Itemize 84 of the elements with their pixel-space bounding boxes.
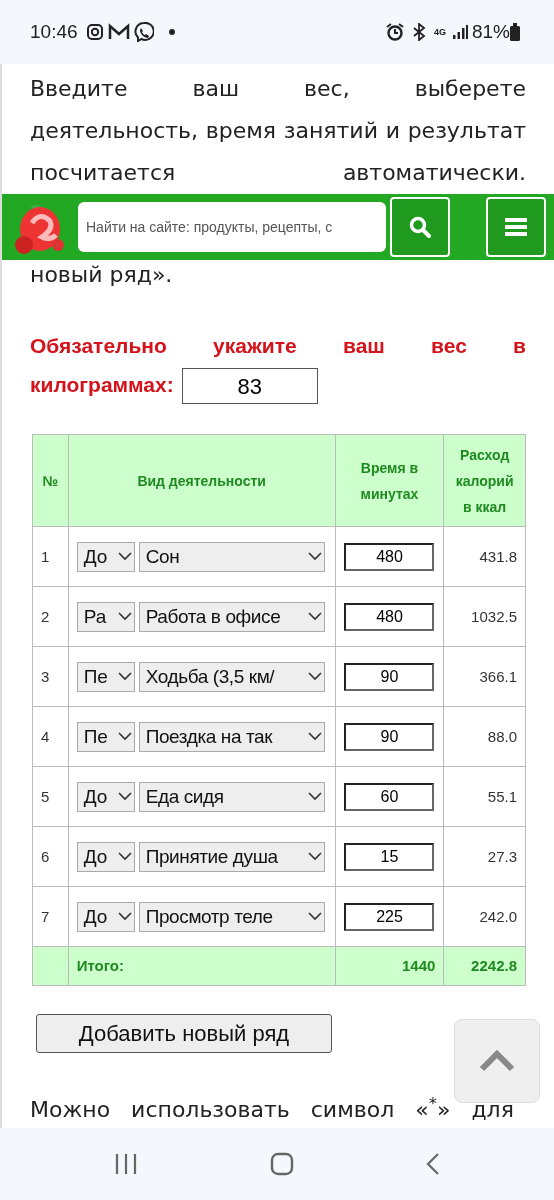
chevron-up-icon <box>479 1050 515 1072</box>
weight-label: Обязательно укажите ваш вес в <box>30 333 526 359</box>
clock-time: 10:46 <box>30 19 78 44</box>
minutes-field[interactable]: 90 <box>344 722 435 751</box>
activity-dropdown[interactable]: Сон <box>138 541 325 572</box>
minutes-field[interactable]: 90 <box>344 662 435 691</box>
category-dropdown[interactable]: До <box>76 541 135 572</box>
category-dropdown[interactable]: До <box>76 841 135 872</box>
chevron-down-icon <box>307 672 322 682</box>
chevron-down-icon <box>117 552 132 562</box>
row-number: 7 <box>41 907 50 925</box>
chevron-down-icon <box>117 672 132 682</box>
scroll-top-button[interactable] <box>454 1019 540 1103</box>
category-dropdown[interactable]: До <box>76 901 135 932</box>
total-minutes: 1440 <box>401 957 436 975</box>
minutes-field[interactable]: 60 <box>344 782 435 811</box>
activity-dropdown[interactable]: Ходьба (3,5 км/ <box>138 661 325 692</box>
chevron-down-icon <box>117 732 132 742</box>
chevron-down-icon <box>117 612 132 622</box>
weight-field[interactable]: 83 <box>181 368 318 405</box>
back-icon[interactable] <box>426 1152 440 1176</box>
category-dropdown[interactable]: Пе <box>76 721 135 752</box>
column-header: Расход калорий в ккал <box>454 445 515 517</box>
minutes-field[interactable]: 480 <box>344 542 435 571</box>
calories-value: 1032.5 <box>471 607 517 625</box>
calories-value: 242.0 <box>479 907 517 925</box>
add-row-button[interactable]: Добавить новый ряд <box>36 1014 332 1054</box>
notification-dot-icon <box>167 28 176 36</box>
column-header: Время в минутах <box>359 458 420 504</box>
category-dropdown[interactable]: Ра <box>76 601 135 632</box>
minutes-field[interactable]: 480 <box>344 602 435 631</box>
row-number: 1 <box>41 547 50 565</box>
home-icon[interactable] <box>270 1152 294 1176</box>
menu-icon <box>505 217 527 237</box>
search-button[interactable] <box>390 197 450 257</box>
camera-icon <box>85 23 104 41</box>
chevron-down-icon <box>307 912 322 922</box>
calories-value: 55.1 <box>487 787 517 805</box>
calories-value: 27.3 <box>487 847 517 865</box>
activity-dropdown[interactable]: Работа в офисе <box>138 601 325 632</box>
menu-button[interactable] <box>486 197 546 257</box>
category-dropdown[interactable]: До <box>76 781 135 812</box>
mail-icon <box>107 23 130 41</box>
battery-percent: 81% <box>471 19 510 44</box>
row-number: 6 <box>41 847 50 865</box>
recent-apps-icon[interactable] <box>114 1153 138 1175</box>
column-header: Вид деятельности <box>137 471 266 491</box>
chevron-down-icon <box>117 852 132 862</box>
minutes-field[interactable]: 225 <box>344 902 435 931</box>
category-dropdown[interactable]: Пе <box>76 661 135 692</box>
activity-dropdown[interactable]: Просмотр теле <box>138 901 325 932</box>
row-number: 4 <box>41 727 50 745</box>
network-type: 4G <box>433 27 446 37</box>
row-number: 5 <box>41 787 50 805</box>
row-number: 2 <box>41 607 50 625</box>
chevron-down-icon <box>117 912 132 922</box>
note-paragraph: Можно использовать символ «$^{*}$» для <box>30 1093 515 1125</box>
weight-label: килограммах: <box>30 373 174 396</box>
alarm-icon <box>385 23 404 41</box>
row-number: 3 <box>41 667 50 685</box>
chevron-down-icon <box>307 612 322 622</box>
search-icon <box>408 215 432 239</box>
bluetooth-icon <box>411 23 426 41</box>
minutes-field[interactable]: 15 <box>344 842 435 871</box>
total-calories: 2242.8 <box>471 957 517 975</box>
battery-icon <box>510 23 520 41</box>
chevron-down-icon <box>117 792 132 802</box>
calories-value: 88.0 <box>487 727 517 745</box>
calories-value: 366.1 <box>479 667 517 685</box>
chevron-down-icon <box>307 792 322 802</box>
chevron-down-icon <box>307 852 322 862</box>
intro-paragraph: Введите ваш вес, выберете деятельность, время занятий и результат посчитается автоматически. <box>30 75 526 187</box>
signal-icon <box>451 24 468 40</box>
activity-dropdown[interactable]: Поездка на так <box>138 721 325 752</box>
chevron-down-icon <box>307 732 322 742</box>
activity-dropdown[interactable]: Еда сидя <box>138 781 325 812</box>
intro-paragraph-end: новый ряд». <box>30 261 174 289</box>
search-field[interactable]: Найти на сайте: продукты, рецепты, с <box>78 202 386 252</box>
chevron-down-icon <box>307 552 322 562</box>
calories-value: 431.8 <box>479 547 517 565</box>
column-header: № <box>42 471 59 491</box>
total-label: Итого: <box>76 957 124 975</box>
phone-chat-icon <box>133 22 154 42</box>
activity-dropdown[interactable]: Принятие душа <box>138 841 325 872</box>
